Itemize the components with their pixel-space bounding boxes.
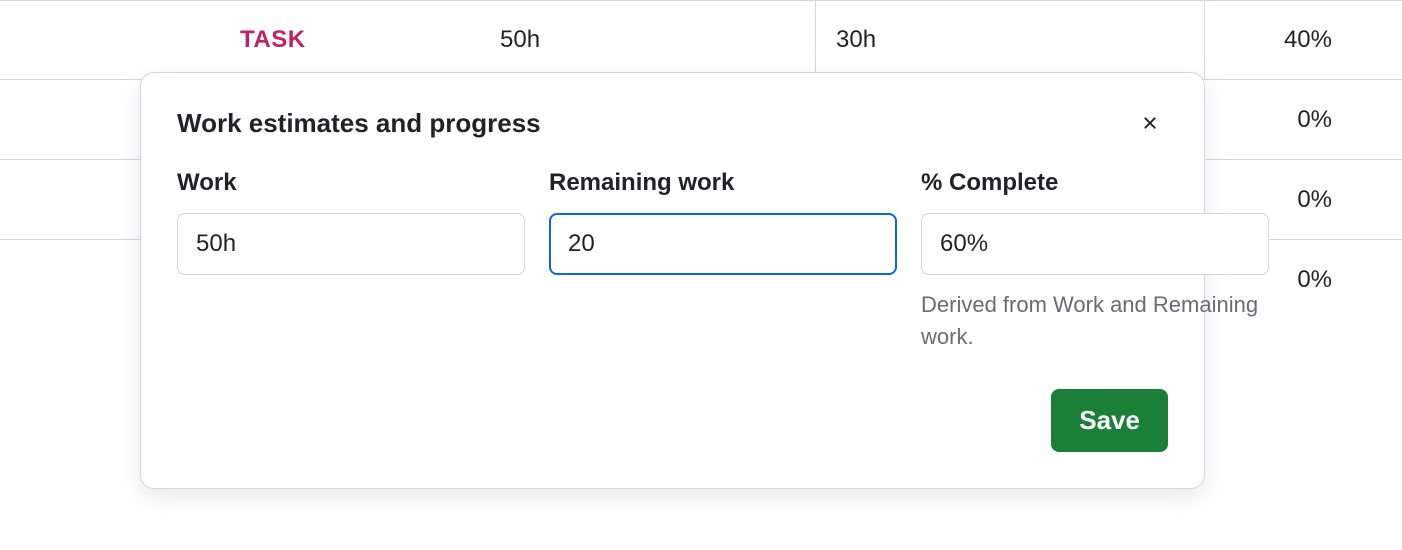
percent-input[interactable] (921, 213, 1269, 275)
work-field-group: Work (177, 169, 525, 353)
popover-header: Work estimates and progress (177, 105, 1168, 141)
form-row: Work Remaining work % Complete Derived f… (177, 169, 1168, 353)
remaining-input[interactable] (549, 213, 897, 275)
task-link[interactable]: TASK (0, 1, 480, 79)
popover-footer: Save (177, 389, 1168, 452)
percent-helper-text: Derived from Work and Remaining work. (921, 289, 1269, 353)
save-button[interactable]: Save (1051, 389, 1168, 452)
percent-cell: 0% (1205, 80, 1402, 159)
work-estimates-popover: Work estimates and progress Work Remaini… (140, 72, 1205, 489)
percent-label: % Complete (921, 169, 1269, 197)
remaining-cell[interactable]: 30h (815, 0, 1205, 79)
work-input[interactable] (177, 213, 525, 275)
percent-cell: 40% (1205, 1, 1402, 79)
work-label: Work (177, 169, 525, 197)
work-cell: 50h (480, 1, 815, 79)
remaining-label: Remaining work (549, 169, 897, 197)
remaining-field-group: Remaining work (549, 169, 897, 353)
close-icon (1140, 113, 1160, 133)
close-button[interactable] (1132, 105, 1168, 141)
popover-title: Work estimates and progress (177, 108, 541, 139)
table-row: TASK 50h 30h 40% (0, 0, 1402, 80)
percent-field-group: % Complete Derived from Work and Remaini… (921, 169, 1269, 353)
